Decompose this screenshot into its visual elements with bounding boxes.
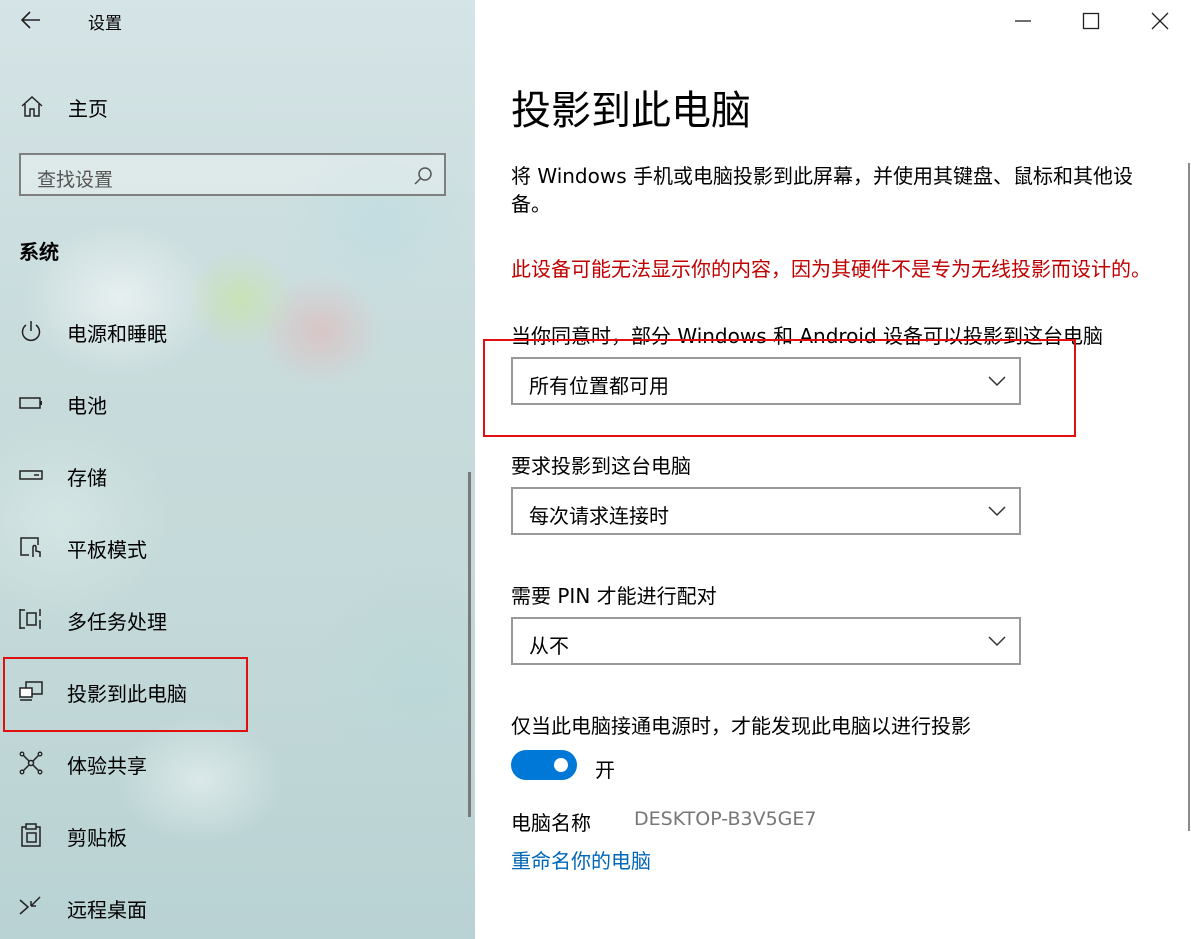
rename-pc-link[interactable]: 重命名你的电脑 — [511, 845, 651, 874]
tablet-mode-icon — [20, 537, 41, 557]
sidebar-item-storage[interactable]: 存储 — [0, 445, 475, 505]
remote-desktop-icon — [19, 896, 41, 915]
chevron-down-icon — [988, 376, 1006, 387]
power-icon — [21, 321, 41, 342]
close-icon[interactable] — [1145, 6, 1175, 36]
battery-icon — [19, 397, 42, 409]
power-only-toggle[interactable] — [511, 750, 577, 780]
sidebar-item-multitasking[interactable]: 多任务处理 — [0, 589, 475, 649]
section-title: 系统 — [19, 240, 59, 264]
sidebar-item-label: 多任务处理 — [67, 610, 167, 634]
maximize-icon[interactable] — [1076, 6, 1106, 36]
sidebar-item-remote-desktop[interactable]: 远程桌面 — [0, 877, 475, 937]
dropdown-value: 从不 — [529, 634, 569, 658]
sidebar-item-battery[interactable]: 电池 — [0, 373, 475, 433]
project-to-pc-icon — [19, 681, 43, 701]
page-title: 投影到此电脑 — [511, 88, 751, 134]
chevron-down-icon — [988, 506, 1006, 517]
sidebar-item-label: 投影到此电脑 — [67, 682, 187, 706]
availability-dropdown[interactable]: 所有位置都可用 — [511, 357, 1021, 405]
content-scrollbar[interactable] — [1188, 163, 1190, 831]
toggle-state-label: 开 — [595, 758, 615, 782]
minimize-icon[interactable] — [1008, 6, 1038, 36]
home-icon[interactable] — [19, 93, 45, 119]
sidebar-item-label: 远程桌面 — [67, 898, 147, 922]
dropdown-value: 每次请求连接时 — [529, 504, 669, 528]
toggle-knob — [554, 758, 568, 772]
main-content: 投影到此电脑 将 Windows 手机或电脑投影到此屏幕，并使用其键盘、鼠标和其… — [475, 0, 1191, 939]
sidebar-item-label: 存储 — [67, 466, 107, 490]
search-icon[interactable] — [412, 165, 434, 187]
sidebar-item-label: 平板模式 — [67, 538, 147, 562]
search-placeholder: 查找设置 — [37, 169, 114, 191]
dropdown-value: 所有位置都可用 — [529, 374, 669, 398]
clipboard-icon — [21, 823, 41, 847]
sidebar-item-tablet-mode[interactable]: 平板模式 — [0, 517, 475, 577]
sidebar-scrollbar[interactable] — [468, 472, 471, 817]
chevron-down-icon — [988, 636, 1006, 647]
availability-label: 当你同意时，部分 Windows 和 Android 设备可以投影到这台电脑 — [511, 324, 1104, 348]
sidebar-item-shared-experiences[interactable]: 体验共享 — [0, 733, 475, 793]
ask-to-project-dropdown[interactable]: 每次请求连接时 — [511, 487, 1021, 535]
multitasking-icon — [19, 609, 41, 629]
shared-experiences-icon — [19, 751, 43, 775]
sidebar-item-clipboard[interactable]: 剪贴板 — [0, 805, 475, 865]
power-only-label: 仅当此电脑接通电源时，才能发现此电脑以进行投影 — [511, 714, 971, 738]
sidebar-item-label: 剪贴板 — [67, 826, 127, 850]
home-link[interactable]: 主页 — [68, 93, 108, 122]
app-title: 设置 — [88, 14, 122, 34]
require-pin-label: 需要 PIN 才能进行配对 — [511, 584, 717, 608]
pc-name-value: DESKTOP-B3V5GE7 — [634, 808, 817, 830]
sidebar-item-label: 电池 — [67, 394, 107, 418]
pc-name-label: 电脑名称 — [511, 811, 591, 835]
sidebar-item-label: 电源和睡眠 — [67, 322, 167, 346]
sidebar-item-power-sleep[interactable]: 电源和睡眠 — [0, 301, 475, 361]
back-arrow-icon[interactable] — [18, 8, 46, 32]
storage-icon — [19, 470, 43, 480]
page-description: 将 Windows 手机或电脑投影到此屏幕，并使用其键盘、鼠标和其他设备。 — [511, 164, 1133, 216]
sidebar-item-label: 体验共享 — [67, 754, 147, 778]
search-input[interactable]: 查找设置 — [19, 153, 446, 196]
require-pin-dropdown[interactable]: 从不 — [511, 617, 1021, 665]
ask-to-project-label: 要求投影到这台电脑 — [511, 454, 691, 478]
sidebar: 设置 主页 查找设置 系统 电源和睡眠 电池 存储 平板模式 多任务处理 投影到… — [0, 0, 475, 939]
sidebar-item-project-to-pc[interactable]: 投影到此电脑 — [0, 661, 475, 721]
hardware-warning: 此设备可能无法显示你的内容，因为其硬件不是专为无线投影而设计的。 — [511, 257, 1151, 281]
